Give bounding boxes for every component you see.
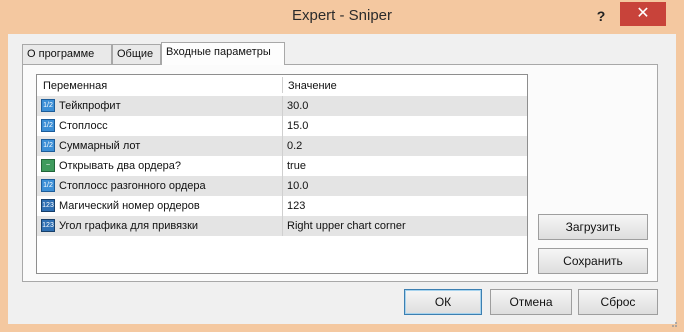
ok-button[interactable]: ОК [404,289,482,315]
integer-icon: 123 [41,199,55,212]
save-button[interactable]: Сохранить [538,248,648,274]
help-button[interactable]: ? [584,4,618,28]
param-value[interactable]: 123 [287,196,305,216]
column-divider [282,156,283,176]
param-name: Стоплосс разгонного ордера [59,180,206,192]
column-divider [282,216,283,236]
table-row[interactable]: 123 Угол графика для привязки Right uppe… [37,216,527,236]
column-divider [282,96,283,116]
param-name: Суммарный лот [59,140,141,152]
column-divider [282,196,283,216]
numeric-icon: 1/2 [41,119,55,132]
window-title: Expert - Sniper [291,7,393,24]
table-row[interactable]: 123 Магический номер ордеров 123 [37,196,527,216]
dialog-window: Expert - Sniper ? ✕ О программе Общие Вх… [0,0,684,332]
tab-input-parameters[interactable]: Входные параметры [161,42,285,65]
resize-grip-icon[interactable] [668,318,678,328]
column-header-value[interactable]: Значение [288,75,337,95]
param-value[interactable]: 30.0 [287,96,308,116]
param-name: Открывать два ордера? [59,160,182,172]
table-row[interactable]: 1/2 Суммарный лот 0.2 [37,136,527,156]
table-row[interactable]: ~ Открывать два ордера? true [37,156,527,176]
reset-button[interactable]: Сброс [578,289,658,315]
numeric-icon: 1/2 [41,179,55,192]
param-value[interactable]: true [287,156,306,176]
table-row[interactable]: 1/2 Тейкпрофит 30.0 [37,96,527,116]
column-divider [282,136,283,156]
param-value[interactable]: 0.2 [287,136,302,156]
column-divider [282,176,283,196]
param-name: Стоплосс [59,120,108,132]
boolean-icon: ~ [41,159,55,172]
column-divider [282,116,283,136]
parameters-table[interactable]: Переменная Значение 1/2 Тейкпрофит 30.0 … [36,74,528,274]
close-button[interactable]: ✕ [620,2,666,26]
table-row[interactable]: 1/2 Стоплосс разгонного ордера 10.0 [37,176,527,196]
param-value[interactable]: 10.0 [287,176,308,196]
title-bar[interactable]: Expert - Sniper ? ✕ [0,0,684,34]
param-name: Тейкпрофит [59,100,121,112]
load-button[interactable]: Загрузить [538,214,648,240]
table-row[interactable]: 1/2 Стоплосс 15.0 [37,116,527,136]
tab-general[interactable]: Общие [112,44,161,64]
close-icon: ✕ [636,5,650,22]
numeric-icon: 1/2 [41,139,55,152]
param-value[interactable]: 15.0 [287,116,308,136]
table-header: Переменная Значение [37,75,527,95]
numeric-icon: 1/2 [41,99,55,112]
tab-about[interactable]: О программе [22,44,112,64]
param-name: Магический номер ордеров [59,200,200,212]
column-divider [282,77,283,93]
enum-icon: 123 [41,219,55,232]
cancel-button[interactable]: Отмена [490,289,572,315]
param-value[interactable]: Right upper chart corner [287,216,406,236]
param-name: Угол графика для привязки [59,220,199,232]
column-header-variable[interactable]: Переменная [43,75,107,95]
